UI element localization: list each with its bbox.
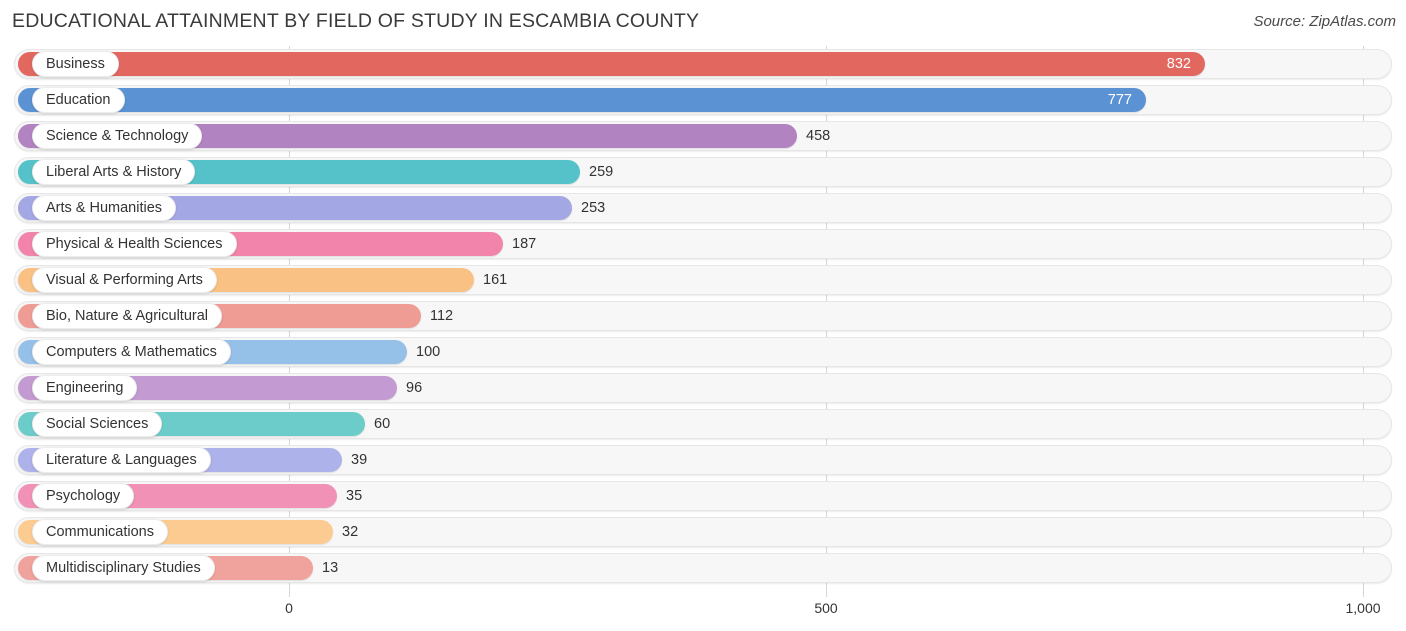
category-label-pill: Computers & Mathematics bbox=[32, 339, 231, 365]
category-label-pill: Bio, Nature & Agricultural bbox=[32, 303, 222, 329]
category-label-pill: Science & Technology bbox=[32, 123, 203, 149]
bar-row[interactable]: Psychology 35 bbox=[0, 478, 1406, 514]
category-label: Social Sciences bbox=[46, 415, 149, 432]
bar-value-label: 161 bbox=[483, 272, 508, 288]
bar-value-label: 112 bbox=[430, 308, 454, 324]
category-label: Computers & Mathematics bbox=[46, 343, 217, 360]
bar-value-label: 32 bbox=[342, 524, 359, 540]
category-label-pill: Social Sciences bbox=[32, 411, 163, 437]
category-label: Science & Technology bbox=[46, 127, 189, 144]
category-label: Psychology bbox=[46, 487, 121, 504]
bar-value-label: 35 bbox=[346, 488, 363, 504]
category-label-pill: Engineering bbox=[32, 375, 138, 401]
category-label-pill: Physical & Health Sciences bbox=[32, 231, 237, 257]
bar-value-label: 259 bbox=[589, 164, 614, 180]
category-label: Arts & Humanities bbox=[46, 199, 163, 216]
category-label-pill: Arts & Humanities bbox=[32, 195, 177, 221]
bar-row[interactable]: Computers & Mathematics 100 bbox=[0, 334, 1406, 370]
x-axis-tick-label: 1,000 bbox=[1345, 600, 1381, 616]
category-label-pill: Multidisciplinary Studies bbox=[32, 555, 215, 581]
x-axis-tick-label: 0 bbox=[285, 600, 293, 616]
category-label: Physical & Health Sciences bbox=[46, 235, 223, 252]
bar-row[interactable]: Business 832 bbox=[0, 46, 1406, 82]
bar-value-label: 100 bbox=[416, 344, 441, 360]
category-label: Engineering bbox=[46, 379, 124, 396]
bar-value-label: 253 bbox=[581, 200, 606, 216]
bar-value-label: 458 bbox=[806, 128, 831, 144]
bar-value-label: 13 bbox=[322, 560, 339, 576]
bar[interactable] bbox=[18, 88, 1146, 112]
bar-row[interactable]: Visual & Performing Arts 161 bbox=[0, 262, 1406, 298]
category-label: Education bbox=[46, 91, 111, 108]
category-label-pill: Liberal Arts & History bbox=[32, 159, 196, 185]
bar-value-label: 39 bbox=[351, 452, 368, 468]
bar-row[interactable]: Liberal Arts & History 259 bbox=[0, 154, 1406, 190]
bar[interactable] bbox=[18, 52, 1205, 76]
bar-row[interactable]: Engineering 96 bbox=[0, 370, 1406, 406]
category-label-pill: Literature & Languages bbox=[32, 447, 211, 473]
bar-value-label: 187 bbox=[512, 236, 537, 252]
bar-value-label: 832 bbox=[1166, 56, 1191, 72]
chart-header: EDUCATIONAL ATTAINMENT BY FIELD OF STUDY… bbox=[0, 0, 1406, 44]
category-label-pill: Business bbox=[32, 51, 119, 77]
bar-row[interactable]: Arts & Humanities 253 bbox=[0, 190, 1406, 226]
category-label-pill: Psychology bbox=[32, 483, 135, 509]
bar-row[interactable]: Communications 32 bbox=[0, 514, 1406, 550]
bar-row[interactable]: Education 777 bbox=[0, 82, 1406, 118]
bar-row[interactable]: Multidisciplinary Studies 13 bbox=[0, 550, 1406, 586]
source-attribution: Source: ZipAtlas.com bbox=[1253, 13, 1396, 30]
chart-root: EDUCATIONAL ATTAINMENT BY FIELD OF STUDY… bbox=[0, 0, 1406, 631]
category-label-pill: Communications bbox=[32, 519, 168, 545]
bar-value-label: 96 bbox=[406, 380, 423, 396]
bar-value-label: 60 bbox=[374, 416, 391, 432]
bar-value-label: 777 bbox=[1107, 92, 1132, 108]
category-label: Liberal Arts & History bbox=[46, 163, 182, 180]
category-label: Business bbox=[46, 55, 105, 72]
bar-row[interactable]: Bio, Nature & Agricultural 112 bbox=[0, 298, 1406, 334]
bar-row[interactable]: Physical & Health Sciences 187 bbox=[0, 226, 1406, 262]
category-label: Bio, Nature & Agricultural bbox=[46, 307, 208, 324]
category-label-pill: Visual & Performing Arts bbox=[32, 267, 217, 293]
x-axis-tick-label: 500 bbox=[814, 600, 838, 616]
bar-row[interactable]: Literature & Languages 39 bbox=[0, 442, 1406, 478]
x-axis: 0 500 1,000 bbox=[0, 597, 1406, 631]
category-label: Literature & Languages bbox=[46, 451, 197, 468]
page-title: EDUCATIONAL ATTAINMENT BY FIELD OF STUDY… bbox=[12, 10, 700, 32]
category-label-pill: Education bbox=[32, 87, 125, 113]
bar-row[interactable]: Social Sciences 60 bbox=[0, 406, 1406, 442]
category-label: Multidisciplinary Studies bbox=[46, 559, 201, 576]
plot-area: Business 832 Education 777 Science & Technol… bbox=[0, 46, 1406, 597]
bar-row[interactable]: Science & Technology 458 bbox=[0, 118, 1406, 154]
category-label: Visual & Performing Arts bbox=[46, 271, 203, 288]
category-label: Communications bbox=[46, 523, 154, 540]
